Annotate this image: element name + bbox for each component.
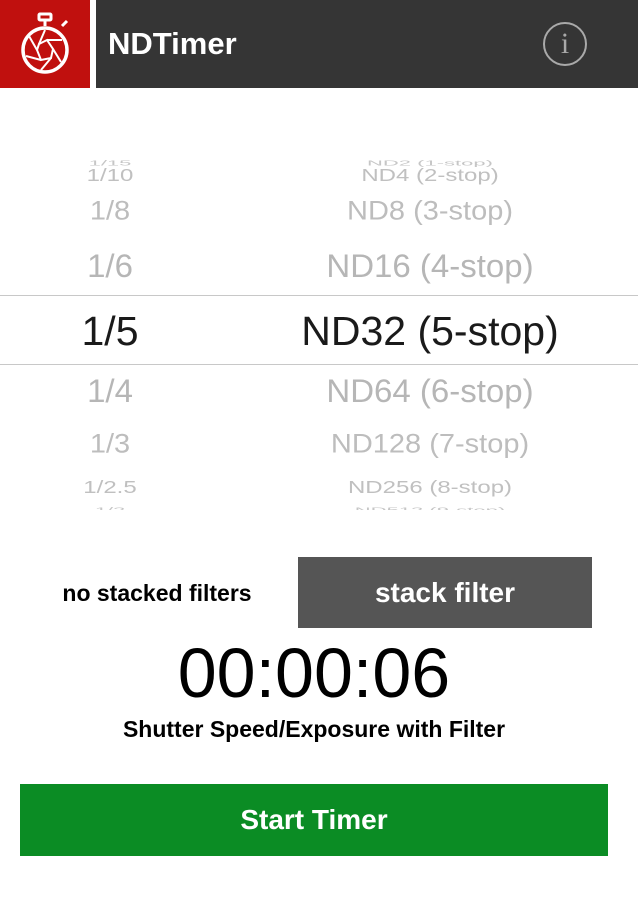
start-timer-button[interactable]: Start Timer [20, 784, 608, 856]
shutter-speed-option[interactable]: 1/10 [20, 166, 200, 186]
shutter-speed-option[interactable]: 1/4 [20, 372, 200, 409]
picker-row[interactable]: 1/6 ND16 (4-stop) [0, 247, 638, 287]
info-icon: i [560, 27, 570, 60]
nd-filter-option[interactable]: ND16 (4-stop) [240, 247, 620, 284]
shutter-speed-option[interactable]: 1/2.5 [20, 478, 200, 498]
nd-filter-option[interactable]: ND128 (7-stop) [240, 429, 620, 459]
shutter-speed-option[interactable]: 1/8 [20, 196, 200, 226]
shutter-speed-option[interactable]: 1/2 [20, 505, 200, 510]
timer-label: Shutter Speed/Exposure with Filter [122, 716, 506, 742]
nd-filter-option[interactable]: ND256 (8-stop) [240, 478, 620, 498]
picker-selection-bottom-line [0, 364, 638, 365]
picker-row[interactable]: 1/2 ND512 (9-stop) [0, 497, 638, 510]
nd-filter-option[interactable]: ND64 (6-stop) [240, 372, 620, 409]
picker-row[interactable]: 1/10 ND4 (2-stop) [0, 162, 638, 191]
nd-filter-option[interactable]: ND32 (5-stop) [240, 308, 620, 355]
stack-filter-button[interactable]: stack filter [298, 557, 592, 628]
app-title: NDTimer [108, 26, 237, 61]
app-header: NDTimer i [0, 0, 638, 88]
nd-filter-option[interactable]: ND4 (2-stop) [240, 166, 620, 186]
shutter-speed-option[interactable]: 1/5 [20, 308, 200, 355]
stopwatch-aperture-icon [21, 12, 69, 74]
info-button[interactable]: i [543, 22, 587, 66]
title-bar: NDTimer i [96, 0, 638, 88]
shutter-speed-option[interactable]: 1/6 [20, 247, 200, 284]
app-logo [0, 0, 90, 88]
picker-row[interactable]: 1/3 ND128 (7-stop) [0, 428, 638, 463]
picker-selection-top-line [0, 295, 638, 296]
nd-filter-option[interactable]: ND512 (9-stop) [240, 505, 620, 510]
shutter-filter-picker[interactable]: 1/15 ND2 (1-stop) 1/10 ND4 (2-stop) 1/8 ND8 (… [0, 150, 638, 510]
picker-row-selected[interactable]: 1/5 ND32 (5-stop) [0, 308, 638, 357]
stacked-filters-status: no stacked filters [62, 580, 252, 606]
nd-filter-option[interactable]: ND8 (3-stop) [240, 196, 620, 226]
picker-row[interactable]: 1/8 ND8 (3-stop) [0, 195, 638, 230]
timer-display: 00:00:06 [177, 634, 451, 712]
picker-row[interactable]: 1/4 ND64 (6-stop) [0, 372, 638, 412]
shutter-speed-option[interactable]: 1/3 [20, 429, 200, 459]
